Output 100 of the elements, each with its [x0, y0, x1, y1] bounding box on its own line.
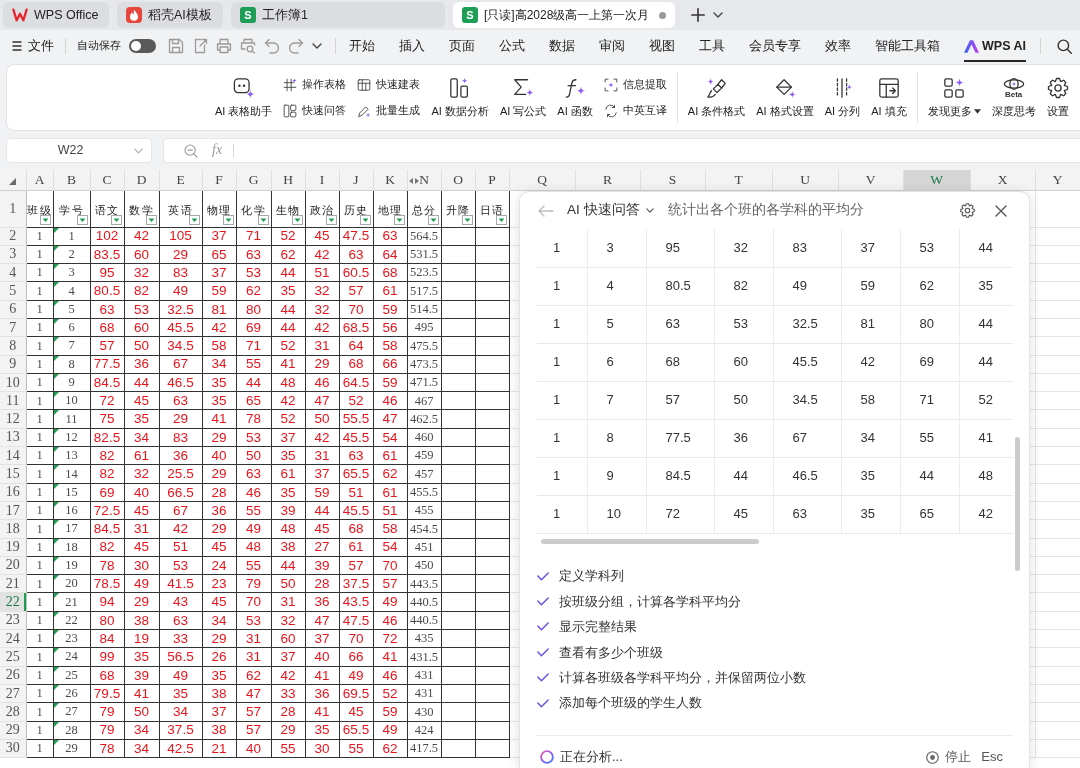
- expand-columns-icon[interactable]: [408, 178, 419, 184]
- search-icon[interactable]: [1057, 38, 1072, 54]
- ribbon-button[interactable]: 操作表格: [283, 74, 347, 95]
- file-menu[interactable]: 文件: [12, 38, 54, 54]
- filter-button[interactable]: [393, 214, 405, 225]
- column-header[interactable]: U: [772, 170, 838, 190]
- menu-tab[interactable]: 会员专享: [749, 30, 801, 62]
- save-icon[interactable]: [168, 38, 184, 54]
- menu-tab[interactable]: 数据: [549, 30, 575, 62]
- column-header[interactable]: T: [705, 170, 772, 190]
- column-header[interactable]: N: [407, 170, 441, 190]
- panels-icon: [283, 103, 298, 118]
- ribbon-button[interactable]: 设置: [1046, 76, 1069, 119]
- close-icon[interactable]: [995, 204, 1007, 217]
- document-tab[interactable]: S [只读]高2028级高一上第一次月: [453, 2, 676, 28]
- ribbon-button[interactable]: 发现更多: [927, 76, 981, 119]
- name-box[interactable]: W22: [6, 138, 152, 163]
- column-header[interactable]: H: [271, 170, 305, 190]
- redo-icon[interactable]: [288, 38, 304, 54]
- menu-tab[interactable]: WPS AI: [964, 30, 1026, 62]
- column-header[interactable]: D: [124, 170, 159, 190]
- filter-button[interactable]: [76, 214, 88, 225]
- filter-button[interactable]: [39, 214, 51, 225]
- document-tab[interactable]: 稻壳AI模板: [117, 2, 223, 28]
- filter-button[interactable]: [461, 214, 473, 225]
- column-header[interactable]: Q: [509, 170, 575, 190]
- back-arrow-icon[interactable]: [538, 204, 554, 217]
- column-header[interactable]: P: [475, 170, 509, 190]
- ribbon-button[interactable]: AI 格式设置: [756, 76, 814, 119]
- ribbon-button[interactable]: AI 表格助手: [215, 76, 273, 119]
- table-cell: 66: [373, 355, 407, 374]
- ribbon-button[interactable]: AI 数据分析: [431, 76, 489, 119]
- column-header[interactable]: E: [159, 170, 202, 190]
- filter-button[interactable]: [325, 214, 337, 225]
- column-header[interactable]: I: [305, 170, 339, 190]
- filter-button[interactable]: [188, 214, 200, 225]
- chevron-down-icon[interactable]: [713, 12, 724, 18]
- print-icon[interactable]: [216, 38, 232, 54]
- column-header[interactable]: C: [90, 170, 124, 190]
- menu-tab[interactable]: 公式: [499, 30, 525, 62]
- ribbon-button[interactable]: AI 写公式: [499, 76, 547, 119]
- ribbon-button[interactable]: 批量生成: [357, 100, 421, 121]
- chevron-down-icon[interactable]: [312, 43, 322, 49]
- mode-dropdown[interactable]: AI 快速问答: [567, 202, 654, 219]
- document-tab[interactable]: S 工作簿1: [231, 2, 445, 28]
- filter-button[interactable]: [110, 214, 122, 225]
- ribbon-button[interactable]: 快速建表: [357, 74, 421, 95]
- autosave-toggle[interactable]: [129, 39, 156, 53]
- ribbon-button[interactable]: Beta 深度思考: [991, 76, 1036, 119]
- filter-button[interactable]: [257, 214, 269, 225]
- column-title: 学号: [59, 204, 84, 216]
- menu-tab[interactable]: 页面: [449, 30, 475, 62]
- menu-tab[interactable]: 视图: [649, 30, 675, 62]
- column-header[interactable]: X: [970, 170, 1035, 190]
- menu-tab[interactable]: 工具: [699, 30, 725, 62]
- filter-button[interactable]: [222, 214, 234, 225]
- column-header[interactable]: Y: [1035, 170, 1080, 190]
- filter-button[interactable]: [291, 214, 303, 225]
- stop-button[interactable]: 停止 Esc: [926, 749, 1003, 765]
- document-tab[interactable]: WPS Office: [3, 2, 109, 28]
- column-header[interactable]: V: [838, 170, 903, 190]
- column-header[interactable]: A: [26, 170, 53, 190]
- menu-tab[interactable]: 开始: [349, 30, 375, 62]
- filter-button[interactable]: [359, 214, 371, 225]
- ribbon-button[interactable]: 中英互译: [603, 100, 667, 121]
- menu-tab[interactable]: 插入: [399, 30, 425, 62]
- menu-tab[interactable]: 智能工具箱: [875, 30, 940, 62]
- menu-tab[interactable]: 审阅: [599, 30, 625, 62]
- column-header[interactable]: F: [202, 170, 236, 190]
- ribbon-button[interactable]: AI 函数: [557, 76, 593, 119]
- ribbon-button[interactable]: AI 条件格式: [687, 76, 746, 119]
- ribbon-button[interactable]: 信息提取: [603, 74, 667, 95]
- export-icon[interactable]: [192, 38, 208, 54]
- table-cell: 71: [236, 336, 271, 356]
- table-cell: 42: [271, 666, 305, 685]
- ribbon-button[interactable]: AI 填充: [871, 76, 907, 119]
- ribbon-button[interactable]: AI 分列: [824, 76, 861, 119]
- settings-icon[interactable]: [960, 203, 975, 218]
- column-header[interactable]: J: [339, 170, 373, 190]
- column-header[interactable]: R: [575, 170, 640, 190]
- scrollbar-thumb[interactable]: [541, 538, 759, 544]
- row-header[interactable]: 1: [0, 190, 26, 227]
- print-preview-icon[interactable]: [240, 38, 256, 54]
- filter-button[interactable]: [495, 214, 507, 225]
- filter-button[interactable]: [427, 214, 439, 225]
- plus-icon[interactable]: [691, 8, 706, 22]
- column-header[interactable]: G: [236, 170, 271, 190]
- chevron-down-icon[interactable]: [645, 208, 654, 213]
- zoom-out-icon[interactable]: [184, 143, 198, 158]
- undo-icon[interactable]: [264, 38, 280, 54]
- column-header[interactable]: S: [640, 170, 705, 190]
- select-all-icon[interactable]: [9, 178, 16, 185]
- scrollbar-thumb[interactable]: [1015, 437, 1020, 571]
- ribbon-button[interactable]: 快速问答: [283, 100, 347, 121]
- column-header[interactable]: O: [441, 170, 475, 190]
- filter-button[interactable]: [145, 214, 157, 225]
- column-header[interactable]: B: [53, 170, 90, 190]
- column-header[interactable]: W: [903, 170, 970, 190]
- menu-tab[interactable]: 效率: [825, 30, 851, 62]
- column-header[interactable]: K: [373, 170, 407, 190]
